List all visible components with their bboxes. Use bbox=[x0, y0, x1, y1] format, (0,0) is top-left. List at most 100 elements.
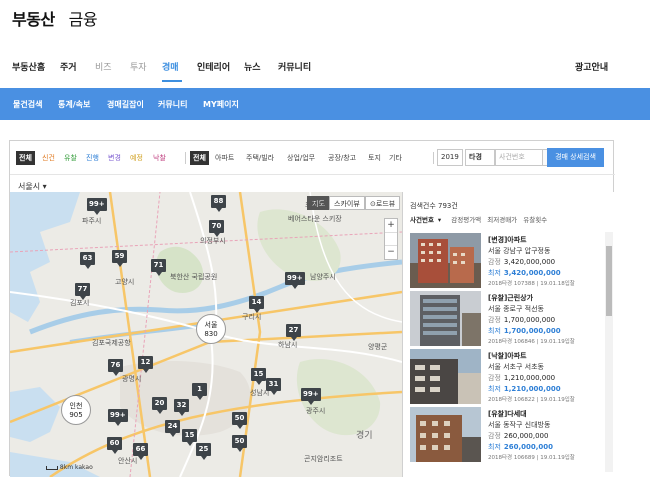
zoom-slider[interactable] bbox=[385, 232, 397, 246]
auction-count-marker[interactable]: 60 bbox=[107, 437, 122, 454]
auction-count-marker[interactable]: 66 bbox=[133, 443, 148, 460]
min-price-row: 최저 260,000,000 bbox=[488, 442, 553, 452]
brand-sub[interactable]: 금융 bbox=[69, 6, 98, 30]
auction-count-marker[interactable]: 32 bbox=[174, 399, 189, 416]
year-select[interactable]: 2019 bbox=[437, 149, 463, 166]
map-scale: 8km kakao bbox=[46, 464, 93, 471]
auction-count-marker[interactable]: 50 bbox=[232, 412, 247, 429]
kind-filter-changed[interactable]: 변경 bbox=[105, 151, 124, 165]
region-cluster-incheon[interactable]: 인천 905 bbox=[61, 395, 91, 425]
lnb-item-guide[interactable]: 경매길잡이 bbox=[107, 99, 144, 110]
zoom-in-button[interactable]: + bbox=[385, 219, 397, 232]
sort-appraisal[interactable]: 감정평가액 bbox=[451, 216, 481, 224]
nav-item-news[interactable]: 뉴스 bbox=[244, 60, 261, 73]
auction-count-marker[interactable]: 1 bbox=[192, 383, 207, 400]
appraisal-row: 감정 1,700,000,000 bbox=[488, 315, 555, 325]
lnb-item-search[interactable]: 물건검색 bbox=[13, 99, 42, 110]
auction-count-marker[interactable]: 20 bbox=[152, 397, 167, 414]
filter-bar: 전체 신건 유찰 진행 변경 예정 낙찰 전체 아파트 주택/빌라 상업/업무 … bbox=[10, 141, 615, 175]
auction-count-marker[interactable]: 71 bbox=[151, 259, 166, 276]
use-filter-all[interactable]: 전체 bbox=[190, 151, 209, 165]
auction-count-marker[interactable]: 14 bbox=[249, 296, 264, 313]
map-type-roadview[interactable]: ⊙로드뷰 bbox=[365, 196, 401, 210]
auction-count-marker[interactable]: 25 bbox=[196, 443, 211, 460]
zoom-out-button[interactable]: − bbox=[385, 246, 397, 259]
item-address: 서울 강남구 압구정동 bbox=[488, 247, 551, 255]
auction-count-marker[interactable]: 99+ bbox=[301, 388, 321, 405]
detail-search-button[interactable]: 경매 상세검색 bbox=[547, 148, 604, 167]
appraisal-row: 감정 260,000,000 bbox=[488, 431, 548, 441]
kind-filter-scheduled[interactable]: 예정 bbox=[127, 151, 146, 165]
property-photo bbox=[410, 407, 481, 462]
auction-count-marker[interactable]: 76 bbox=[108, 359, 123, 376]
auction-count-marker[interactable]: 50 bbox=[232, 435, 247, 452]
auction-count-marker[interactable]: 27 bbox=[286, 324, 301, 341]
sort-case-number[interactable]: 사건번호 ▾ bbox=[410, 216, 445, 224]
auction-count-marker[interactable]: 77 bbox=[75, 283, 90, 300]
auction-count-marker[interactable]: 59 bbox=[112, 250, 127, 267]
map-type-skyview[interactable]: 스카이뷰 bbox=[329, 196, 365, 210]
case-number: 2018타경 106822 bbox=[488, 397, 535, 403]
min-price-value: 1,700,000,000 bbox=[503, 327, 561, 335]
sort-failed-count[interactable]: 유찰횟수 bbox=[523, 216, 547, 224]
use-filter-apt[interactable]: 아파트 bbox=[212, 151, 237, 165]
region-select[interactable]: 서울시 ▾ bbox=[18, 181, 47, 192]
result-item[interactable]: [유찰]근린상가 서울 종로구 적선동 감정 1,700,000,000 최저 1,… bbox=[410, 291, 604, 347]
auction-count-marker[interactable]: 70 bbox=[209, 220, 224, 237]
scrollbar-thumb[interactable] bbox=[606, 246, 612, 316]
kind-filter-all[interactable]: 전체 bbox=[16, 151, 35, 165]
lnb-item-community[interactable]: 커뮤니티 bbox=[158, 99, 187, 110]
auction-count-marker[interactable]: 63 bbox=[80, 252, 95, 269]
appraisal-value: 1,700,000,000 bbox=[503, 316, 556, 324]
auction-count-marker[interactable]: 15 bbox=[251, 368, 266, 385]
region-cluster-seoul[interactable]: 서울 830 bbox=[196, 314, 226, 344]
use-filter-commercial[interactable]: 상업/업무 bbox=[284, 151, 318, 165]
result-item[interactable]: [유찰]다세대 서울 동작구 신대방동 감정 260,000,000 최저 260,… bbox=[410, 407, 604, 463]
lnb-item-stats[interactable]: 통계/속보 bbox=[58, 99, 90, 110]
cluster-name: 인천 bbox=[69, 402, 83, 410]
min-price-key: 최저 bbox=[488, 269, 501, 277]
result-item[interactable]: [변경]아파트 서울 강남구 압구정동 감정 3,420,000,000 최저 3,… bbox=[410, 233, 604, 289]
cluster-count: 830 bbox=[204, 330, 218, 338]
auction-count-marker[interactable]: 31 bbox=[266, 378, 281, 395]
auction-count-marker[interactable]: 15 bbox=[182, 429, 197, 446]
item-meta: 2018타경 106846 | 19.01.19입찰 bbox=[488, 339, 575, 345]
item-meta: 2018타경 106822 | 19.01.19입찰 bbox=[488, 397, 575, 403]
auction-count-marker[interactable]: 99+ bbox=[87, 198, 107, 215]
nav-item-interior[interactable]: 인테리어 bbox=[197, 60, 230, 73]
kind-filter-new[interactable]: 신건 bbox=[39, 151, 58, 165]
auction-count-marker[interactable]: 24 bbox=[165, 420, 180, 437]
kind-filter-failed[interactable]: 유찰 bbox=[61, 151, 80, 165]
kind-filter-ongoing[interactable]: 진행 bbox=[83, 151, 102, 165]
auction-map[interactable]: 지도 스카이뷰 ⊙로드뷰 + − 파주시 의정부시 고양시 북한산 국립공원 김… bbox=[10, 192, 402, 477]
nav-item-home[interactable]: 부동산홈 bbox=[12, 60, 45, 73]
nav-item-housing[interactable]: 주거 bbox=[60, 60, 77, 73]
min-price-key: 최저 bbox=[488, 327, 501, 335]
ad-info-link[interactable]: 광고안내 bbox=[575, 60, 608, 73]
result-item[interactable]: [낙찰]아파트 서울 서초구 서초동 감정 1,210,000,000 최저 1,2… bbox=[410, 349, 604, 405]
sort-min-price[interactable]: 최저경매가 bbox=[487, 216, 517, 224]
appraisal-key: 감정 bbox=[488, 374, 501, 382]
list-scrollbar[interactable] bbox=[605, 232, 613, 472]
case-number-input[interactable]: 사건번호 bbox=[495, 149, 543, 166]
appraisal-key: 감정 bbox=[488, 316, 501, 324]
use-filter-land[interactable]: 토지 bbox=[365, 151, 384, 165]
kind-filter-sold[interactable]: 낙찰 bbox=[150, 151, 169, 165]
auction-count-marker[interactable]: 88 bbox=[211, 195, 226, 212]
result-count: 검색건수 793건 bbox=[410, 202, 458, 210]
appraisal-value: 3,420,000,000 bbox=[503, 258, 556, 266]
nav-item-invest[interactable]: 투자 bbox=[130, 60, 147, 73]
auction-count-marker[interactable]: 99+ bbox=[108, 409, 128, 426]
use-filter-factory[interactable]: 공장/창고 bbox=[325, 151, 359, 165]
brand-main[interactable]: 부동산 bbox=[12, 6, 55, 30]
map-place-label: 구리시 bbox=[242, 313, 262, 321]
nav-item-auction[interactable]: 경매 bbox=[162, 60, 179, 73]
auction-count-marker[interactable]: 99+ bbox=[285, 272, 305, 289]
lnb-item-mypage[interactable]: MY페이지 bbox=[203, 99, 239, 110]
nav-item-community[interactable]: 커뮤니티 bbox=[278, 60, 311, 73]
auction-count-marker[interactable]: 12 bbox=[138, 356, 153, 373]
case-type-select[interactable]: 타경 bbox=[465, 149, 495, 166]
use-filter-etc[interactable]: 기타 bbox=[386, 151, 405, 165]
nav-item-biz[interactable]: 비즈 bbox=[95, 60, 112, 73]
use-filter-house[interactable]: 주택/빌라 bbox=[243, 151, 277, 165]
